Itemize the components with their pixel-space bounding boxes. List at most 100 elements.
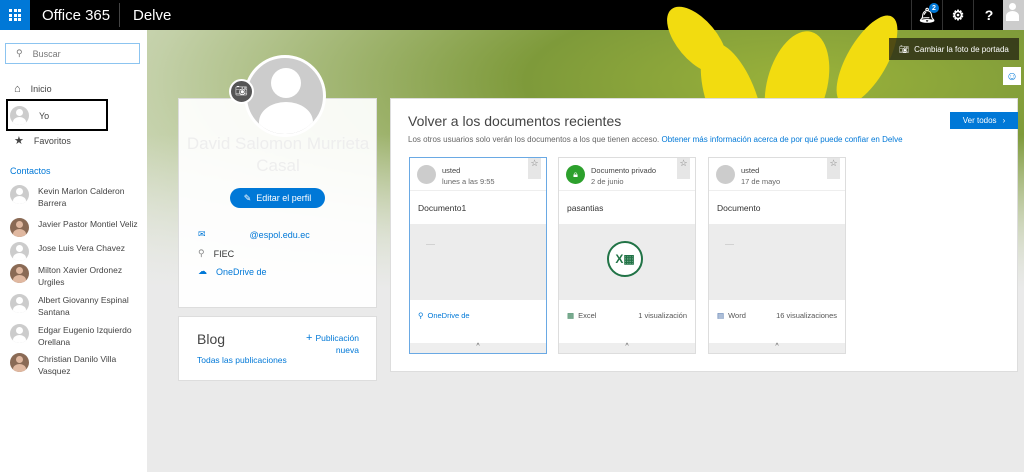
user-avatar-button[interactable]: [1003, 0, 1024, 30]
feedback-smiley-button[interactable]: ☺: [1003, 67, 1021, 85]
location-pin-icon: ⚲: [198, 248, 205, 258]
profile-name: David Salomon Murrieta Casal: [186, 134, 370, 175]
search-icon: ⚲: [16, 48, 23, 58]
search-input[interactable]: ⚲ Buscar: [5, 43, 140, 64]
lock-icon: 🔒︎: [566, 165, 585, 184]
doc-thumbnail: X▦: [559, 224, 695, 300]
document-card[interactable]: 🔒︎ Documento privado 2 de junio ☆ pasantias…: [558, 157, 696, 354]
all-posts-link[interactable]: Todas las publicaciones: [197, 355, 287, 365]
avatar: [1003, 0, 1024, 30]
favorite-star-button[interactable]: ☆: [827, 158, 840, 179]
new-post-label: Publicación nueva: [315, 333, 359, 355]
view-all-button[interactable]: Ver todos ›: [950, 112, 1018, 129]
avatar: [10, 353, 29, 372]
avatar: [10, 242, 29, 261]
doc-views: 16 visualizaciones: [776, 311, 837, 320]
office-365-link[interactable]: Office 365: [42, 7, 110, 24]
profile-onedrive-link[interactable]: ☁ OneDrive de: [198, 266, 267, 277]
highlight-box: [6, 99, 108, 131]
avatar: [10, 185, 29, 204]
subtitle-text: Los otros usuarios solo verán los docume…: [408, 135, 660, 144]
contact-item[interactable]: Jose Luis Vera Chavez: [10, 242, 145, 261]
plus-icon: +: [306, 332, 316, 344]
document-card[interactable]: usted lunes a las 9:55 ☆ Documento1 ——— ⚲ O…: [409, 157, 547, 354]
help-icon: ?: [984, 7, 994, 23]
contacts-heading[interactable]: Contactos: [10, 166, 51, 176]
location-pin-icon: ⚲: [418, 311, 424, 320]
favorite-star-button[interactable]: ☆: [528, 158, 541, 179]
recent-docs-title: Volver a los documentos recientes: [408, 113, 622, 129]
doc-title[interactable]: Documento1: [410, 191, 546, 224]
nav-item-favoritos[interactable]: ★ Favoritos: [14, 134, 71, 147]
doc-source: Excel: [578, 311, 597, 320]
change-cover-photo-button[interactable]: 📷︎ Cambiar la foto de portada: [889, 38, 1019, 60]
doc-date: 2 de junio: [591, 177, 624, 186]
new-post-button[interactable]: + Publicación nueva: [289, 332, 359, 356]
app-launcher-button[interactable]: [0, 0, 30, 30]
smiley-icon: ☺: [1005, 69, 1019, 83]
doc-title[interactable]: pasantias: [559, 191, 695, 224]
pencil-icon: ✎: [243, 192, 252, 203]
contact-item[interactable]: Christian Danilo Villa Vasquez: [10, 353, 145, 377]
change-cover-label: Cambiar la foto de portada: [914, 44, 1009, 54]
doc-source[interactable]: OneDrive de: [428, 311, 470, 343]
nav-label: Inicio: [30, 84, 52, 94]
recent-docs-subtitle: Los otros usuarios solo verán los docume…: [408, 135, 903, 144]
contact-item[interactable]: Milton Xavier Ordonez Urgiles: [10, 264, 145, 288]
camera-icon: 📷︎: [235, 86, 248, 97]
notifications-button[interactable]: 🔔︎ 2: [911, 0, 942, 30]
doc-views: 1 visualización: [638, 311, 687, 320]
mail-icon: ✉: [198, 229, 206, 239]
nav-label: Favoritos: [33, 135, 71, 146]
contact-name: Milton Xavier Ordonez Urgiles: [38, 265, 123, 287]
contact-name: Edgar Eugenio Izquierdo Orellana: [38, 325, 132, 347]
contact-name: Albert Giovanny Espinal Santana: [38, 295, 129, 317]
profile-email[interactable]: ✉ @espol.edu.ec: [198, 229, 310, 240]
contact-name: Javier Pastor Montiel Veliz: [38, 219, 138, 229]
settings-button[interactable]: ⚙: [942, 0, 973, 30]
doc-date: lunes a las 9:55: [442, 177, 495, 186]
document-card[interactable]: usted 17 de mayo ☆ Documento ——— ▤ Word 16 v…: [708, 157, 846, 354]
contact-item[interactable]: Javier Pastor Montiel Veliz: [10, 218, 145, 237]
doc-title[interactable]: Documento: [709, 191, 845, 224]
blog-card: Blog + Publicación nueva Todas las publi…: [178, 316, 377, 381]
doc-date: 17 de mayo: [741, 177, 781, 186]
notification-badge: 2: [929, 3, 939, 13]
contact-item[interactable]: Albert Giovanny Espinal Santana: [10, 294, 145, 318]
contact-item[interactable]: Kevin Marlon Calderon Barrera: [10, 185, 145, 209]
word-icon: ▤: [717, 311, 725, 320]
favorite-star-button[interactable]: ☆: [677, 158, 690, 179]
expand-button[interactable]: ^: [410, 343, 546, 353]
expand-button[interactable]: ^: [709, 343, 845, 353]
excel-icon: ▦: [567, 311, 575, 320]
contact-name: Christian Danilo Villa Vasquez: [38, 354, 117, 376]
avatar: [10, 324, 29, 343]
delve-link[interactable]: Delve: [133, 7, 171, 24]
location-text: FIEC: [213, 248, 235, 259]
change-photo-button[interactable]: 📷︎: [229, 79, 254, 104]
doc-thumbnail: ———: [410, 224, 546, 300]
contact-name: Kevin Marlon Calderon Barrera: [38, 186, 125, 208]
chevron-up-icon: ^: [775, 343, 779, 350]
profile-location: ⚲ FIEC: [198, 248, 234, 259]
search-placeholder: Buscar: [32, 48, 61, 59]
blog-title: Blog: [197, 331, 226, 347]
gear-icon: ⚙: [951, 6, 965, 23]
onedrive-text: OneDrive de: [216, 266, 267, 277]
trust-info-link[interactable]: Obtener más información acerca de por qu…: [662, 135, 903, 144]
home-icon: ⌂: [14, 83, 21, 95]
help-button[interactable]: ?: [973, 0, 1004, 30]
expand-button[interactable]: ^: [559, 343, 695, 353]
contact-name: Jose Luis Vera Chavez: [38, 243, 125, 253]
edit-profile-button[interactable]: ✎ Editar el perfil: [230, 188, 325, 208]
avatar: [716, 165, 735, 184]
chevron-up-icon: ^: [625, 343, 629, 350]
avatar: [10, 218, 29, 237]
nav-item-inicio[interactable]: ⌂ Inicio: [14, 83, 52, 95]
chevron-up-icon: ^: [476, 343, 480, 350]
sidebar: ⚲ Buscar ⌂ Inicio Yo ★ Favoritos Contactos …: [0, 30, 147, 472]
doc-author: usted: [741, 166, 760, 175]
doc-author: Documento privado: [591, 166, 657, 175]
profile-photo[interactable]: [244, 55, 326, 137]
contact-item[interactable]: Edgar Eugenio Izquierdo Orellana: [10, 324, 145, 348]
